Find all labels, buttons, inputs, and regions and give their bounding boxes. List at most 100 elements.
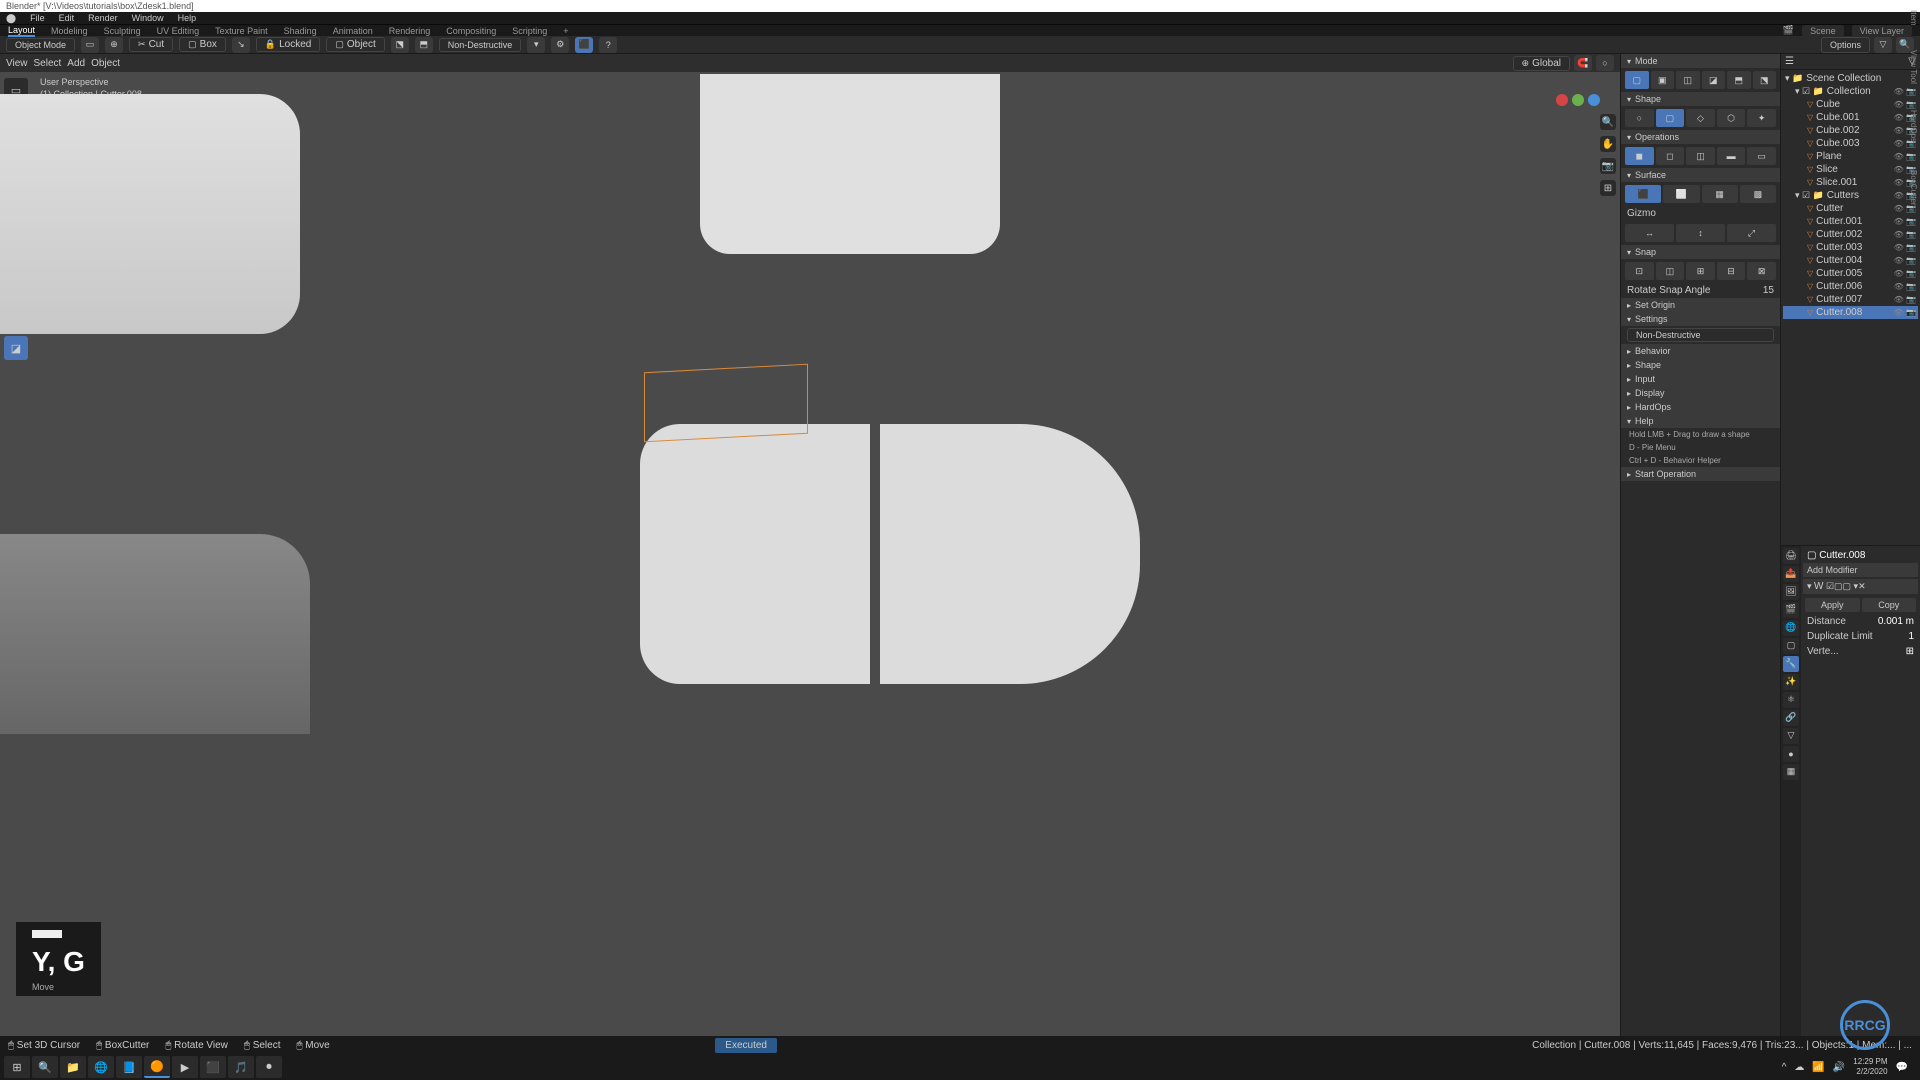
nondestruct-field[interactable]: Non-Destructive — [1627, 328, 1774, 342]
apply-button[interactable]: Apply — [1805, 598, 1860, 612]
clock[interactable]: 12:29 PM 2/2/2020 — [1853, 1057, 1887, 1077]
panel-shape[interactable]: Shape — [1621, 92, 1780, 106]
snap-icon[interactable]: 🧲 — [1574, 55, 1592, 71]
op-btn-3[interactable]: ◫ — [1686, 147, 1715, 165]
tree-slice[interactable]: ▽Slice👁 📷 — [1783, 163, 1918, 176]
vph-add[interactable]: Add — [67, 58, 85, 69]
tool-icon-2[interactable]: ⬒ — [415, 37, 433, 53]
shape-btn-1[interactable]: ○ — [1625, 109, 1654, 127]
surf-btn-2[interactable]: ⬜ — [1663, 185, 1699, 203]
snap-btn-3[interactable]: ⊞ — [1686, 262, 1715, 280]
tree-slice001[interactable]: ▽Slice.001👁 📷 — [1783, 176, 1918, 189]
tab-compositing[interactable]: Compositing — [446, 26, 496, 36]
panel-display[interactable]: Display — [1621, 386, 1780, 400]
panel-behavior[interactable]: Behavior — [1621, 344, 1780, 358]
tab-sculpting[interactable]: Sculpting — [104, 26, 141, 36]
menu-edit[interactable]: Edit — [59, 13, 75, 23]
viewlayer-selector[interactable]: View Layer — [1852, 25, 1912, 37]
prop-tab-modifier[interactable]: 🔧 — [1783, 656, 1799, 672]
tab-scripting[interactable]: Scripting — [512, 26, 547, 36]
pan-icon[interactable]: ✋ — [1600, 136, 1616, 152]
locked-dropdown[interactable]: 🔒 Locked — [256, 37, 320, 52]
tray-notif-icon[interactable]: 💬 — [1896, 1062, 1908, 1073]
mode-btn-3[interactable]: ◫ — [1676, 71, 1700, 89]
prop-tab-output[interactable]: 📤 — [1783, 566, 1799, 582]
cut-dropdown[interactable]: ✂ Cut — [129, 37, 173, 52]
gizmo-axes[interactable] — [1556, 94, 1600, 106]
prop-tab-constraint[interactable]: 🔗 — [1783, 710, 1799, 726]
tree-cube001[interactable]: ▽Cube.001👁 📷 — [1783, 111, 1918, 124]
prop-tab-view[interactable]: 🖼 — [1783, 584, 1799, 600]
zoom-icon[interactable]: 🔍 — [1600, 114, 1616, 130]
gizmo-btn-2[interactable]: ↕ — [1676, 224, 1725, 242]
grid-icon[interactable]: ⊞ — [1600, 180, 1616, 196]
tab-texture[interactable]: Texture Paint — [215, 26, 268, 36]
tree-cube002[interactable]: ▽Cube.002👁 📷 — [1783, 124, 1918, 137]
prop-tab-world[interactable]: 🌐 — [1783, 620, 1799, 636]
snap-btn-2[interactable]: ◫ — [1656, 262, 1685, 280]
tool-icon-1[interactable]: ⬔ — [391, 37, 409, 53]
prop-tab-material[interactable]: ● — [1783, 746, 1799, 762]
help-icon[interactable]: ? — [599, 37, 617, 53]
boxcutter-tool[interactable]: ◪ — [4, 336, 28, 360]
tab-shading[interactable]: Shading — [284, 26, 317, 36]
task-app2[interactable]: ▶ — [172, 1056, 198, 1078]
vertex-group-field[interactable]: Verte...⊞ — [1803, 644, 1918, 659]
panel-input[interactable]: Input — [1621, 372, 1780, 386]
surf-btn-4[interactable]: ▩ — [1740, 185, 1776, 203]
tab-add[interactable]: + — [563, 26, 568, 36]
tree-cutter005[interactable]: ▽Cutter.005👁 📷 — [1783, 267, 1918, 280]
tray-cloud-icon[interactable]: ☁ — [1794, 1062, 1804, 1073]
op-btn-4[interactable]: ▬ — [1717, 147, 1746, 165]
vph-object[interactable]: Object — [91, 58, 120, 69]
prop-tab-particle[interactable]: ✨ — [1783, 674, 1799, 690]
mode-btn-5[interactable]: ⬒ — [1727, 71, 1751, 89]
weld-modifier[interactable]: ▾ W ☑▢▢ ▾✕ — [1803, 579, 1918, 594]
shape-btn-5[interactable]: ✦ — [1747, 109, 1776, 127]
z-axis-orb[interactable] — [1588, 94, 1600, 106]
tree-plane[interactable]: ▽Plane👁 📷 — [1783, 150, 1918, 163]
3d-viewport[interactable]: View Select Add Object ⊕ Global 🧲 ○ ▭ ⊕ … — [0, 54, 1620, 1036]
panel-snap[interactable]: Snap — [1621, 245, 1780, 259]
menu-help[interactable]: Help — [178, 13, 197, 23]
scene-selector[interactable]: Scene — [1802, 25, 1844, 37]
task-blender[interactable]: 🟠 — [144, 1056, 170, 1078]
filter-icon[interactable]: ▽ — [1874, 37, 1892, 53]
side-tab-hardops[interactable]: HardOps — [1909, 110, 1918, 142]
tree-cutter002[interactable]: ▽Cutter.002👁 📷 — [1783, 228, 1918, 241]
prop-tab-texture[interactable]: ▦ — [1783, 764, 1799, 780]
panel-settings[interactable]: Settings — [1621, 312, 1780, 326]
surf-btn-1[interactable]: ⬛ — [1625, 185, 1661, 203]
tree-cutters[interactable]: ▾ ☑ 📁 Cutters👁 📷 — [1783, 189, 1918, 202]
panel-mode[interactable]: Mode — [1621, 54, 1780, 68]
proportional-icon[interactable]: ○ — [1596, 55, 1614, 71]
tree-collection[interactable]: ▾ ☑ 📁 Collection👁 📷 — [1783, 85, 1918, 98]
tree-cutter004[interactable]: ▽Cutter.004👁 📷 — [1783, 254, 1918, 267]
gizmo-btn-1[interactable]: ↔ — [1625, 224, 1674, 242]
tool-icon-3[interactable]: ▾ — [527, 37, 545, 53]
tree-scene-collection[interactable]: ▾ 📁 Scene Collection — [1783, 72, 1918, 85]
gear-icon[interactable]: ⚙ — [551, 37, 569, 53]
op-btn-5[interactable]: ▭ — [1747, 147, 1776, 165]
side-tab-boxcutter[interactable]: BoxCutter — [1909, 170, 1918, 206]
op-btn-1[interactable]: ◼ — [1625, 147, 1654, 165]
side-tab-tool[interactable]: View Tool — [1909, 50, 1918, 84]
prop-tab-object[interactable]: ▢ — [1783, 638, 1799, 654]
mode-btn-1[interactable]: ▢ — [1625, 71, 1649, 89]
task-explorer[interactable]: 📁 — [60, 1056, 86, 1078]
tree-cutter008[interactable]: ▽Cutter.008👁 📷 — [1783, 306, 1918, 319]
op-btn-2[interactable]: ◻ — [1656, 147, 1685, 165]
x-axis-orb[interactable] — [1556, 94, 1568, 106]
tab-modeling[interactable]: Modeling — [51, 26, 88, 36]
start-button[interactable]: ⊞ — [4, 1056, 30, 1078]
vph-select[interactable]: Select — [34, 58, 62, 69]
prop-tab-mesh[interactable]: ▽ — [1783, 728, 1799, 744]
blender-icon[interactable]: ⬤ — [6, 13, 16, 24]
add-modifier-button[interactable]: Add Modifier — [1803, 563, 1918, 577]
tree-cutter006[interactable]: ▽Cutter.006👁 📷 — [1783, 280, 1918, 293]
task-chrome[interactable]: 🌐 — [88, 1056, 114, 1078]
menu-file[interactable]: File — [30, 13, 45, 23]
panel-start-op[interactable]: Start Operation — [1621, 467, 1780, 481]
tab-animation[interactable]: Animation — [333, 26, 373, 36]
side-tab-item[interactable]: Item — [1909, 10, 1918, 26]
